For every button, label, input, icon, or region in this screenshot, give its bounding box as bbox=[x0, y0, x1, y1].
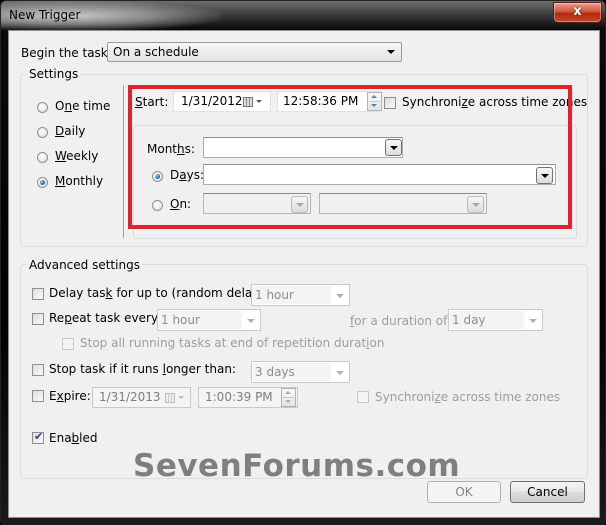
stop-all-tasks-label: Stop all running tasks at end of repetit… bbox=[80, 336, 385, 350]
expire-sync-timezones-checkbox[interactable] bbox=[357, 391, 369, 403]
stop-task-label: Stop task if it runs longer than: bbox=[49, 362, 236, 376]
ok-button[interactable]: OK bbox=[427, 481, 501, 503]
stop-task-checkbox[interactable] bbox=[32, 364, 44, 376]
radio-label-one-time: One time bbox=[55, 99, 111, 113]
advanced-settings-title: Advanced settings bbox=[27, 258, 142, 272]
expire-date-value: 1/31/2013 bbox=[99, 390, 161, 404]
stop-task-select[interactable]: 3 days bbox=[251, 361, 350, 383]
repeat-task-select[interactable]: 1 hour bbox=[157, 309, 261, 331]
close-button[interactable]: x bbox=[553, 2, 602, 23]
repeat-task-checkbox[interactable] bbox=[32, 313, 44, 325]
duration-label: for a duration of: bbox=[350, 314, 451, 328]
begin-task-value: On a schedule bbox=[113, 45, 199, 59]
radio-weekly[interactable] bbox=[37, 152, 48, 163]
chevron-down-icon bbox=[178, 396, 184, 399]
radio-daily[interactable] bbox=[37, 127, 48, 138]
expire-time-value: 1:00:39 PM bbox=[205, 390, 273, 404]
spin-down-icon[interactable] bbox=[285, 400, 291, 403]
chevron-down-icon bbox=[387, 50, 395, 54]
chevron-down-icon bbox=[529, 319, 537, 323]
settings-group-title: Settings bbox=[27, 67, 81, 81]
dialog-window: New Trigger x Begin the task: On a sched… bbox=[0, 0, 606, 525]
radio-label-daily: Daily bbox=[55, 124, 86, 138]
expire-sync-timezones-label: Synchronize across time zones bbox=[375, 390, 561, 404]
spin-up-icon[interactable] bbox=[285, 391, 291, 394]
cancel-button[interactable]: Cancel bbox=[510, 481, 585, 503]
delay-task-label: Delay task for up to (random delay): bbox=[49, 286, 269, 300]
radio-one-time[interactable] bbox=[37, 102, 48, 113]
highlight-annotation-box bbox=[128, 85, 572, 229]
chevron-down-icon bbox=[336, 371, 344, 375]
chevron-down-icon bbox=[247, 319, 255, 323]
window-title: New Trigger bbox=[9, 8, 81, 22]
close-icon: x bbox=[573, 4, 582, 19]
repeat-task-label: Repeat task every: bbox=[49, 311, 162, 325]
calendar-icon[interactable] bbox=[165, 393, 175, 403]
watermark-text: SevenForums.com bbox=[133, 448, 461, 484]
expire-checkbox[interactable] bbox=[32, 390, 44, 402]
delay-task-checkbox[interactable] bbox=[32, 288, 44, 300]
chevron-down-icon bbox=[336, 294, 344, 298]
expire-date-picker[interactable]: 1/31/2013 bbox=[92, 387, 191, 408]
expire-label: Expire: bbox=[49, 389, 91, 403]
enabled-label: Enabled bbox=[49, 431, 98, 445]
begin-task-label: Begin the task: bbox=[21, 46, 112, 60]
radio-label-weekly: Weekly bbox=[55, 149, 99, 163]
delay-task-select[interactable]: 1 hour bbox=[251, 284, 350, 306]
radio-label-monthly: Monthly bbox=[55, 174, 104, 188]
radio-monthly[interactable] bbox=[37, 177, 48, 188]
settings-divider bbox=[123, 85, 124, 238]
dialog-client-area: Begin the task: On a schedule Settings O… bbox=[8, 30, 600, 518]
begin-task-select[interactable]: On a schedule bbox=[107, 42, 402, 62]
stop-all-tasks-checkbox[interactable] bbox=[62, 338, 74, 350]
enabled-checkbox[interactable] bbox=[32, 430, 44, 444]
expire-time-spinner[interactable] bbox=[281, 388, 296, 407]
duration-select[interactable]: 1 day bbox=[448, 309, 543, 331]
